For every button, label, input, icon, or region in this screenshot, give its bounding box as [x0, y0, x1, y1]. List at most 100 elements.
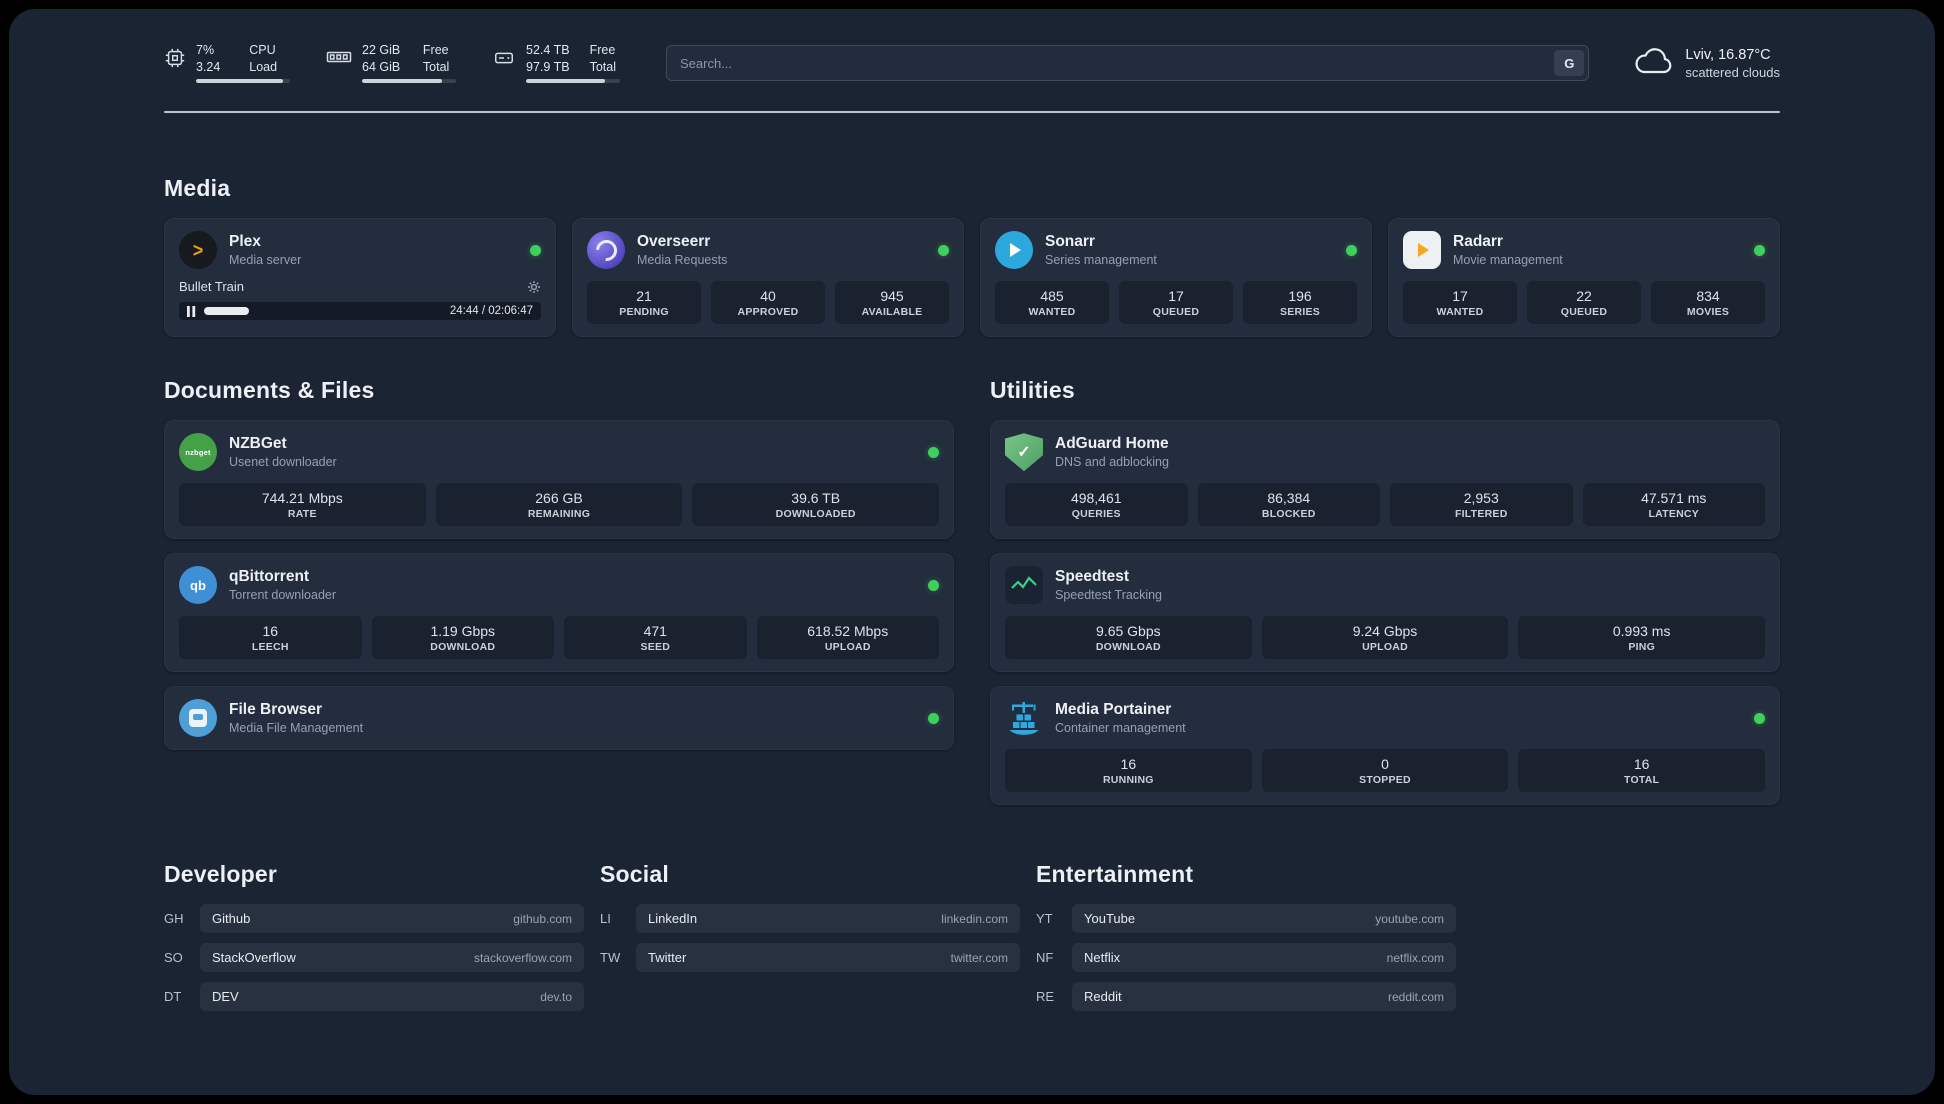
qbittorrent-card[interactable]: qb qBittorrent Torrent downloader 16 LEE… — [164, 553, 954, 673]
card-header: > Plex Media server — [179, 231, 541, 270]
stat-tile: 1.19 Gbps DOWNLOAD — [371, 616, 554, 660]
stat-tile: 22 QUEUED — [1527, 281, 1641, 325]
radarr-card[interactable]: Radarr Movie management 17 WANTED 22 QUE… — [1388, 218, 1780, 338]
stat-tile: 17 WANTED — [1403, 281, 1517, 325]
bookmark-url: reddit.com — [1387, 989, 1444, 1004]
disk-widget: 52.4 TB Free 97.9 TB Total — [492, 43, 620, 84]
disk-usage-bar-fill — [526, 79, 605, 84]
stat-value: 17 — [1452, 288, 1468, 305]
overseerr-card[interactable]: Overseerr Media Requests 21 PENDING 40 A… — [572, 218, 964, 338]
portainer-card[interactable]: Media Portainer Container management 16 … — [990, 686, 1780, 806]
stat-value: 40 — [760, 288, 776, 305]
bookmark-name: Github — [212, 911, 251, 927]
card-header: ✓ AdGuard Home DNS and adblocking — [1005, 433, 1765, 472]
bookmark-name: DEV — [212, 989, 239, 1005]
card-titles: Overseerr Media Requests — [637, 233, 727, 267]
stat-tiles: 17 WANTED 22 QUEUED 834 MOVIES — [1403, 281, 1765, 325]
stat-label: LATENCY — [1648, 508, 1700, 521]
stat-value: 47.571 ms — [1641, 490, 1707, 507]
player-seekbar[interactable]: 24:44 / 02:06:47 — [179, 302, 541, 321]
service-subtitle: Media server — [229, 253, 302, 268]
bookmark-url: linkedin.com — [941, 911, 1008, 926]
search-engine-button[interactable]: G — [1554, 50, 1585, 77]
stat-value: 266 GB — [535, 490, 583, 507]
status-dot — [1754, 244, 1765, 256]
topbar: 7% CPU 3.24 Load 22 GiB Free 64 GiB Tota… — [164, 43, 1780, 84]
stat-tile: 39.6 TB DOWNLOADED — [692, 483, 940, 527]
stat-label: PING — [1628, 641, 1656, 654]
stat-tiles: 21 PENDING 40 APPROVED 945 AVAILABLE — [587, 281, 949, 325]
stat-tile: 196 SERIES — [1243, 281, 1357, 325]
bookmark-pill: StackOverflow stackoverflow.com — [200, 943, 584, 973]
bookmark-youtube[interactable]: YT YouTube youtube.com — [1036, 904, 1456, 934]
bookmark-twitter[interactable]: TW Twitter twitter.com — [600, 943, 1020, 973]
weather-widget[interactable]: Lviv, 16.87°C scattered clouds — [1631, 47, 1780, 80]
stat-tiles: 744.21 Mbps RATE 266 GB REMAINING 39.6 T… — [179, 483, 940, 527]
stat-tile: 47.571 ms LATENCY — [1582, 483, 1765, 527]
bookmarks-section: Developer GH Github github.com SO StackO… — [164, 861, 1780, 1059]
bookmark-abbr: NF — [1036, 950, 1054, 966]
card-titles: Sonarr Series management — [1045, 233, 1157, 267]
stat-tile: 21 PENDING — [587, 281, 701, 325]
bookmark-github[interactable]: GH Github github.com — [164, 904, 584, 934]
sonarr-play-glyph — [1010, 243, 1021, 258]
overseerr-icon — [587, 231, 625, 270]
search-input[interactable] — [666, 45, 1590, 82]
stat-value: 834 — [1696, 288, 1720, 305]
bookmark-pill: LinkedIn linkedin.com — [636, 904, 1020, 934]
stat-tile: 0 STOPPED — [1261, 749, 1509, 793]
stat-value: 2,953 — [1463, 490, 1499, 507]
bookmark-netflix[interactable]: NF Netflix netflix.com — [1036, 943, 1456, 973]
bookmark-url: netflix.com — [1386, 950, 1444, 965]
service-subtitle: Media File Management — [229, 721, 364, 736]
weather-condition: scattered clouds — [1685, 64, 1780, 80]
cpu-load-value: 3.24 — [196, 59, 221, 74]
stat-label: RUNNING — [1102, 774, 1154, 787]
service-subtitle: Torrent downloader — [229, 588, 337, 603]
bookmark-url: youtube.com — [1375, 911, 1444, 926]
ram-stats: 22 GiB Free 64 GiB Total — [362, 43, 456, 84]
sonarr-card[interactable]: Sonarr Series management 485 WANTED 17 Q… — [980, 218, 1372, 338]
filebrowser-card[interactable]: File Browser Media File Management — [164, 686, 954, 751]
media-player-widget: Bullet Train 24:44 / 02:06:47 — [179, 279, 541, 321]
bookmark-reddit[interactable]: RE Reddit reddit.com — [1036, 982, 1456, 1012]
pause-icon[interactable] — [187, 305, 196, 317]
bookmark-abbr: SO — [164, 950, 183, 966]
qbittorrent-wordmark: qb — [190, 577, 206, 593]
card-header: nzbget NZBGet Usenet downloader — [179, 433, 939, 472]
bookmark-stackoverflow[interactable]: SO StackOverflow stackoverflow.com — [164, 943, 584, 973]
speedtest-card[interactable]: Speedtest Speedtest Tracking 9.65 Gbps D… — [990, 553, 1780, 673]
card-header: File Browser Media File Management — [179, 699, 939, 738]
plex-card[interactable]: > Plex Media server Bullet Train 24:44 /… — [164, 218, 556, 338]
stat-label: UPLOAD — [824, 641, 871, 654]
stat-tiles: 485 WANTED 17 QUEUED 196 SERIES — [995, 281, 1357, 325]
stat-tile: 17 QUEUED — [1119, 281, 1233, 325]
nzbget-card[interactable]: nzbget NZBGet Usenet downloader 744.21 M… — [164, 420, 954, 540]
stat-tile: 945 AVAILABLE — [835, 281, 949, 325]
media-cards-row: > Plex Media server Bullet Train 24:44 /… — [164, 218, 1780, 338]
bookmark-linkedin[interactable]: LI LinkedIn linkedin.com — [600, 904, 1020, 934]
adguard-card[interactable]: ✓ AdGuard Home DNS and adblocking 498,46… — [990, 420, 1780, 540]
settings-gear-icon[interactable] — [527, 280, 541, 294]
seek-track — [204, 307, 442, 316]
stat-label: LEECH — [251, 641, 289, 654]
service-title: Sonarr — [1045, 233, 1095, 251]
stat-value: 485 — [1040, 288, 1064, 305]
bookmark-dev[interactable]: DT DEV dev.to — [164, 982, 584, 1012]
bookmark-pill: YouTube youtube.com — [1072, 904, 1456, 934]
bookmark-pill: Reddit reddit.com — [1072, 982, 1456, 1012]
search-bar: G — [666, 45, 1590, 82]
service-subtitle: Media Requests — [637, 253, 728, 268]
service-title: Media Portainer — [1055, 701, 1172, 719]
portainer-icon — [1005, 699, 1043, 737]
qbittorrent-icon: qb — [179, 566, 217, 605]
stat-value: 196 — [1288, 288, 1312, 305]
stat-value: 471 — [643, 623, 667, 640]
status-dot — [1754, 712, 1765, 724]
stat-value: 0.993 ms — [1612, 623, 1671, 640]
stat-value: 0 — [1381, 756, 1389, 773]
bookmark-name: Twitter — [648, 950, 687, 966]
status-dot — [1346, 244, 1357, 256]
status-dot — [928, 446, 939, 458]
stat-value: 22 — [1576, 288, 1592, 305]
